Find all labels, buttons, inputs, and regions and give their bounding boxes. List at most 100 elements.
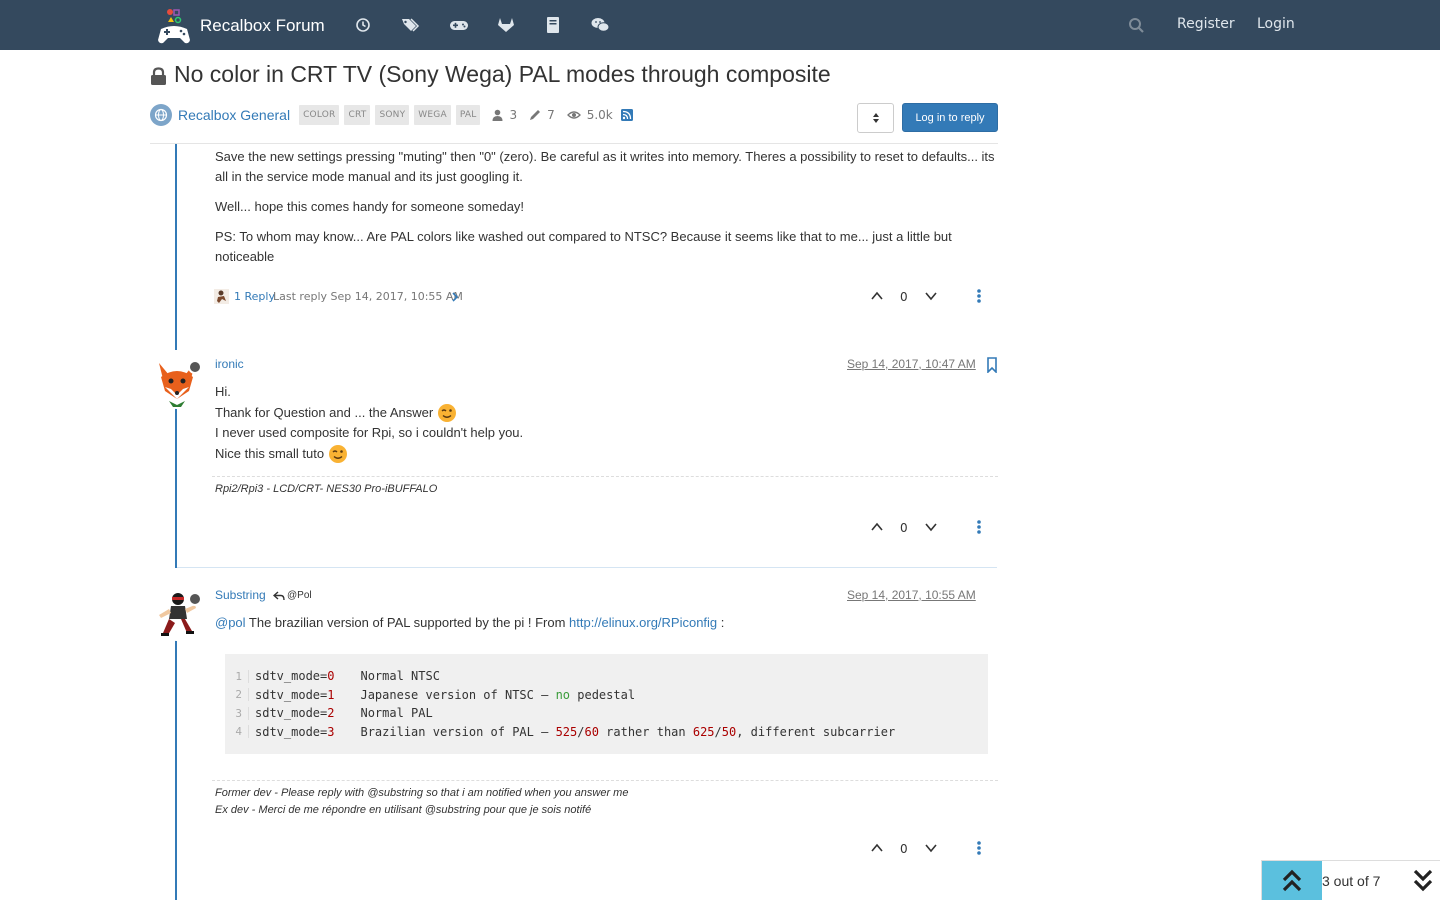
- code-desc: Japanese version of NTSC – no pedestal: [360, 687, 636, 702]
- recalbox-logo-icon: [158, 9, 190, 44]
- status-offline-dot: [188, 360, 202, 374]
- posters-count: 3: [509, 108, 518, 122]
- post-menu-icon[interactable]: [975, 840, 983, 856]
- code-value: 0: [327, 669, 335, 684]
- code-block: 1 sdtv_mode= 0 Normal NTSC 2 sdtv_mode= 1 …: [225, 654, 988, 754]
- code-key: sdtv_mode=: [255, 724, 328, 739]
- line-number: 2: [225, 688, 249, 702]
- wechat-icon[interactable]: [590, 15, 610, 35]
- line-number: 3: [225, 706, 249, 720]
- signature: Ex dev - Merci de me répondre en utilisa…: [215, 804, 592, 816]
- post-line: Hi.: [215, 384, 231, 399]
- reply-to-user: @Pol: [287, 590, 312, 601]
- wink-emoji-icon: [438, 404, 457, 422]
- clock-icon[interactable]: [353, 15, 373, 35]
- line-number: 1: [225, 669, 249, 683]
- downvote-icon[interactable]: [924, 290, 938, 302]
- category-link[interactable]: Recalbox General: [178, 107, 290, 123]
- code-desc: Brazilian version of PAL – 525/60 rather…: [360, 724, 896, 739]
- signature-divider: [212, 476, 998, 477]
- book-icon[interactable]: [543, 15, 563, 35]
- pencil-icon: [530, 110, 541, 120]
- signature: Rpi2/Rpi3 - LCD/CRT- NES30 Pro-iBUFFALO: [215, 483, 438, 495]
- code-key: sdtv_mode=: [255, 706, 328, 721]
- code-line: 4 sdtv_mode= 3 Brazilian version of PAL –…: [225, 723, 988, 742]
- post-text: :: [717, 615, 725, 630]
- scroll-top-button[interactable]: [1262, 861, 1322, 900]
- downvote-icon[interactable]: [924, 521, 938, 533]
- double-chevron-down-icon[interactable]: [1412, 867, 1434, 893]
- tag[interactable]: CRT: [344, 105, 371, 125]
- tag[interactable]: PAL: [455, 105, 481, 125]
- post-paragraph: Well... hope this comes handy for someon…: [215, 199, 525, 214]
- gamepad-icon[interactable]: [449, 15, 469, 35]
- mention-link[interactable]: @pol: [215, 615, 246, 630]
- last-reply-text: Last reply Sep 14, 2017, 10:55 AM: [273, 290, 463, 303]
- gitlab-icon[interactable]: [496, 15, 516, 35]
- code-line: 2 sdtv_mode= 1 Japanese version of NTSC –…: [225, 686, 988, 705]
- external-link[interactable]: http://elinux.org/RPiconfig: [569, 615, 717, 630]
- vote-count: 0: [900, 290, 908, 304]
- code-key: sdtv_mode=: [255, 687, 328, 702]
- upvote-icon[interactable]: [870, 842, 884, 854]
- downvote-icon[interactable]: [924, 842, 938, 854]
- reply-avatar-icon: [214, 289, 229, 304]
- post-text: The brazilian version of PAL supported b…: [245, 615, 570, 630]
- reply-to-badge[interactable]: @Pol: [273, 590, 312, 601]
- post-line-row: Nice this small tuto: [215, 444, 995, 464]
- topic-meta: Recalbox General COLOR CRT SONY WEGA PAL…: [150, 103, 633, 127]
- username[interactable]: Substring: [215, 588, 266, 602]
- bookmark-icon[interactable]: [986, 357, 998, 373]
- pagination-widget: 3 out of 7: [1261, 860, 1440, 900]
- vote-count: 0: [900, 842, 908, 856]
- posts-stat: 7: [529, 108, 555, 122]
- double-chevron-up-icon: [1282, 869, 1302, 892]
- login-to-reply-button[interactable]: Log in to reply: [902, 103, 998, 132]
- post-timestamp[interactable]: Sep 14, 2017, 10:47 AM: [847, 357, 976, 371]
- replies-link[interactable]: 1 Reply: [234, 290, 275, 303]
- post-menu-icon[interactable]: [975, 519, 983, 535]
- search-icon[interactable]: [1127, 16, 1147, 36]
- post-menu-icon[interactable]: [975, 288, 983, 304]
- posts-count: 7: [547, 108, 555, 122]
- code-desc: Normal PAL: [360, 706, 433, 721]
- post-line: I never used composite for Rpi, so i cou…: [215, 425, 524, 440]
- login-link[interactable]: Login: [1257, 16, 1295, 32]
- code-line: 3 sdtv_mode= 2 Normal PAL: [225, 704, 988, 723]
- posters-stat: 3: [492, 108, 517, 122]
- upvote-icon[interactable]: [870, 290, 884, 302]
- sort-icon: [872, 113, 879, 123]
- username[interactable]: ironic: [215, 357, 244, 371]
- thread-line: [175, 144, 177, 350]
- tag[interactable]: SONY: [375, 105, 410, 125]
- vote-count: 0: [900, 521, 908, 535]
- lock-icon: [151, 67, 166, 85]
- navbar: Recalbox Forum Register Login: [0, 0, 1440, 50]
- signature: Former dev - Please reply with @substrin…: [215, 787, 629, 799]
- brand[interactable]: Recalbox Forum: [156, 6, 325, 46]
- tag[interactable]: WEGA: [414, 105, 451, 125]
- upvote-icon[interactable]: [870, 521, 884, 533]
- status-offline-dot: [188, 592, 202, 606]
- user-icon: [492, 109, 503, 121]
- chevron-right-icon[interactable]: [451, 292, 459, 302]
- pagination-text: 3 out of 7: [1322, 873, 1381, 889]
- post-line: Thank for Question and ... the Answer: [215, 405, 434, 420]
- eye-icon: [566, 111, 581, 119]
- register-link[interactable]: Register: [1177, 16, 1235, 32]
- post-paragraph: PS: To whom may know... Are PAL colors l…: [215, 229, 952, 264]
- post-timestamp[interactable]: Sep 14, 2017, 10:55 AM: [847, 588, 976, 602]
- sort-button[interactable]: [857, 103, 894, 133]
- code-value: 3: [327, 724, 335, 739]
- rss-icon[interactable]: [620, 109, 633, 121]
- brand-title: Recalbox Forum: [200, 16, 325, 35]
- code-line: 1 sdtv_mode= 0 Normal NTSC: [225, 667, 988, 686]
- tags-icon[interactable]: [400, 15, 420, 35]
- views-count: 5.0k: [586, 108, 613, 122]
- globe-icon: [150, 104, 172, 126]
- code-desc: Normal NTSC: [360, 669, 440, 684]
- wink-emoji-icon: [329, 445, 348, 463]
- signature-divider: [212, 780, 998, 781]
- tag[interactable]: COLOR: [299, 105, 340, 125]
- post-paragraph: Save the new settings pressing "muting" …: [215, 149, 995, 184]
